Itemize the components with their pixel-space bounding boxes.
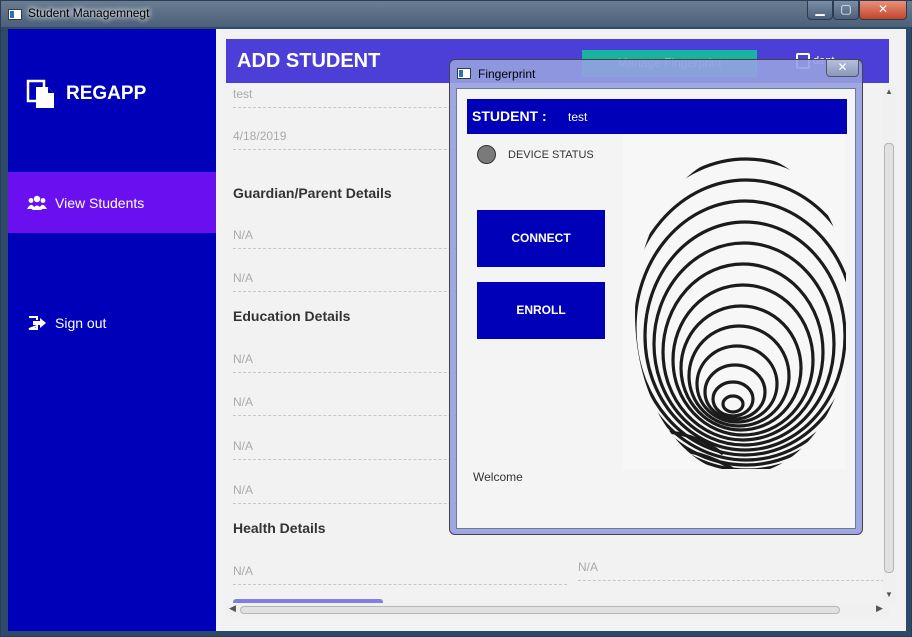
sidebar: REGAPP View Students Sign out xyxy=(8,29,216,631)
health-field[interactable]: N/A xyxy=(233,564,567,585)
close-button[interactable]: ✕ xyxy=(859,1,907,20)
fingerprint-dialog: Fingerprint ✕ STUDENT : test DEVICE STAT… xyxy=(449,59,863,535)
section-guardian-title: Guardian/Parent Details xyxy=(233,185,392,201)
dialog-client: STUDENT : test DEVICE STATUS CONNECT ENR… xyxy=(456,88,856,529)
horizontal-scroll-thumb[interactable] xyxy=(240,606,840,614)
brand: REGAPP xyxy=(26,79,146,109)
device-status: DEVICE STATUS xyxy=(477,145,594,164)
status-indicator-icon xyxy=(477,145,496,164)
page-title: ADD STUDENT xyxy=(237,50,381,72)
dialog-app-icon xyxy=(457,68,471,79)
users-icon xyxy=(27,195,47,210)
app-icon xyxy=(8,9,22,20)
sidebar-item-sign-out[interactable]: Sign out xyxy=(8,292,216,353)
sidebar-item-view-students[interactable]: View Students xyxy=(8,172,216,233)
dialog-close-button[interactable]: ✕ xyxy=(826,60,859,77)
sidebar-item-label: Sign out xyxy=(55,314,107,331)
vertical-scrollbar[interactable]: ▲ ▼ xyxy=(883,85,896,605)
student-label: STUDENT : xyxy=(472,108,547,124)
section-education-title: Education Details xyxy=(233,308,351,324)
welcome-message: Welcome xyxy=(473,470,523,484)
window-title: Student Managemnegt xyxy=(28,6,150,20)
horizontal-scrollbar[interactable]: ◀ ▶ xyxy=(226,603,889,617)
device-status-label: DEVICE STATUS xyxy=(508,148,594,161)
dialog-title: Fingerprint xyxy=(478,67,536,81)
sign-out-icon xyxy=(28,315,46,330)
scroll-down-icon[interactable]: ▼ xyxy=(885,590,893,599)
document-logo-icon xyxy=(26,79,54,108)
vertical-scroll-thumb[interactable] xyxy=(884,143,894,573)
scroll-left-icon[interactable]: ◀ xyxy=(229,603,236,614)
maximize-button[interactable]: ▢ xyxy=(833,1,859,20)
section-health-title: Health Details xyxy=(233,520,326,536)
scroll-right-icon[interactable]: ▶ xyxy=(876,603,883,614)
minimize-button[interactable]: ▁ xyxy=(807,1,833,20)
student-value: test xyxy=(568,110,588,124)
health-field[interactable]: N/A xyxy=(578,560,884,581)
fingerprint-image xyxy=(623,134,846,469)
enroll-button[interactable]: ENROLL xyxy=(477,282,605,339)
scroll-up-icon[interactable]: ▲ xyxy=(885,87,893,96)
title-bar[interactable]: Student Managemnegt ▁ ▢ ✕ xyxy=(1,1,912,27)
sidebar-item-label: View Students xyxy=(55,194,145,211)
connect-button[interactable]: CONNECT xyxy=(477,210,605,267)
student-header: STUDENT : test xyxy=(467,99,847,134)
brand-name: REGAPP xyxy=(66,83,147,104)
